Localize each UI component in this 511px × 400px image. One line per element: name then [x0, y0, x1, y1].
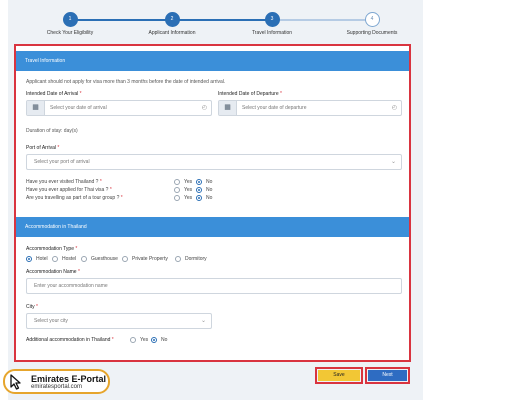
- departure-date-input[interactable]: ▦ Select your date of departure ◴: [218, 100, 402, 116]
- radio-dot: [52, 256, 58, 262]
- city-label: City *: [26, 304, 38, 310]
- additional-no-radio[interactable]: No: [151, 337, 167, 343]
- accommodation-name-input[interactable]: Enter your accommodation name: [26, 278, 402, 294]
- clock-icon: ◴: [391, 105, 397, 111]
- type-private-property-radio[interactable]: Private Property: [122, 256, 168, 262]
- cursor-icon: [10, 374, 21, 390]
- radio-dot-selected: [26, 256, 32, 262]
- additional-yes-radio[interactable]: Yes: [130, 337, 148, 343]
- step-number: 2: [164, 12, 180, 27]
- type-dormitory-radio[interactable]: Dormitory: [175, 256, 207, 262]
- additional-accommodation-label: Additional accommodation in Thailand *: [26, 337, 114, 343]
- city-placeholder: Select your city: [34, 318, 68, 324]
- radio-dot: [81, 256, 87, 262]
- accommodation-name-label: Accommodation Name *: [26, 269, 80, 275]
- calendar-icon: ▦: [27, 101, 45, 115]
- visited-yes-radio[interactable]: Yes: [174, 179, 192, 185]
- next-button-frame: Next: [365, 367, 410, 384]
- radio-dot: [174, 179, 180, 185]
- accommodation-name-placeholder: Enter your accommodation name: [34, 283, 108, 289]
- arrival-date-placeholder: Select your date of arrival: [50, 105, 107, 111]
- question-applied-thai-visa: Have you ever applied for Thai visa ? *: [26, 187, 112, 193]
- step-number: 3: [264, 12, 280, 27]
- departure-date-label: Intended Date of Departure *: [218, 91, 282, 97]
- travel-section-header: Travel Information: [16, 51, 409, 71]
- step-label: Applicant Information: [148, 30, 196, 36]
- arrival-date-label: Intended Date of Arrival *: [26, 91, 82, 97]
- step-number: 4: [364, 12, 380, 27]
- accommodation-type-label: Accommodation Type *: [26, 246, 78, 252]
- radio-dot-selected: [196, 187, 202, 193]
- step-label: Supporting Documents: [346, 30, 398, 36]
- chevron-down-icon: ⌄: [390, 159, 396, 165]
- step-supporting-documents[interactable]: 4 Supporting Documents: [322, 12, 422, 36]
- visa-form: Travel Information Applicant should not …: [14, 44, 411, 362]
- visited-no-radio[interactable]: No: [196, 179, 212, 185]
- emirates-eportal-watermark: Emirates E-Portal emiratesportal.com: [3, 369, 110, 394]
- port-of-arrival-label: Port of Arrival *: [26, 145, 60, 151]
- calendar-icon: ▦: [219, 101, 237, 115]
- watermark-url: emiratesportal.com: [31, 384, 83, 390]
- tour-yes-radio[interactable]: Yes: [174, 195, 192, 201]
- step-applicant-information[interactable]: 2 Applicant Information: [122, 12, 222, 36]
- applied-yes-radio[interactable]: Yes: [174, 187, 192, 193]
- visa-note: Applicant should not apply for visa more…: [26, 79, 226, 85]
- arrival-date-input[interactable]: ▦ Select your date of arrival ◴: [26, 100, 212, 116]
- watermark-title: Emirates E-Portal: [31, 374, 107, 384]
- step-label: Travel Information: [251, 30, 293, 36]
- radio-dot-selected: [196, 179, 202, 185]
- radio-dot: [122, 256, 128, 262]
- port-of-arrival-select[interactable]: Select your port of arrival ⌄: [26, 154, 402, 170]
- duration-of-stay: Duration of stay: day(s): [26, 128, 78, 134]
- type-hostel-radio[interactable]: Hostel: [52, 256, 76, 262]
- clock-icon: ◴: [201, 105, 207, 111]
- radio-dot: [174, 195, 180, 201]
- chevron-down-icon: ⌄: [200, 318, 206, 324]
- type-hotel-radio[interactable]: Hotel: [26, 256, 48, 262]
- radio-dot: [130, 337, 136, 343]
- step-number: 1: [62, 12, 78, 27]
- tour-no-radio[interactable]: No: [196, 195, 212, 201]
- step-travel-information[interactable]: 3 Travel Information: [222, 12, 322, 36]
- step-eligibility[interactable]: 1 Check Your Eligibility: [20, 12, 120, 36]
- radio-dot-selected: [196, 195, 202, 201]
- type-guesthouse-radio[interactable]: Guesthouse: [81, 256, 118, 262]
- question-visited-thailand: Have you ever visited Thailand ? *: [26, 179, 102, 185]
- applied-no-radio[interactable]: No: [196, 187, 212, 193]
- save-button-frame: Save: [315, 367, 363, 384]
- progress-stepper: 1 Check Your Eligibility 2 Applicant Inf…: [8, 0, 423, 44]
- city-select[interactable]: Select your city ⌄: [26, 313, 212, 329]
- save-button[interactable]: Save: [318, 370, 360, 381]
- accommodation-section-header: Accommodation in Thailand: [16, 217, 409, 237]
- radio-dot: [175, 256, 181, 262]
- radio-dot: [174, 187, 180, 193]
- port-placeholder: Select your port of arrival: [34, 159, 90, 165]
- question-tour-group: Are you travelling as part of a tour gro…: [26, 195, 123, 201]
- step-label: Check Your Eligibility: [46, 30, 94, 36]
- next-button[interactable]: Next: [368, 370, 407, 381]
- departure-date-placeholder: Select your date of departure: [242, 105, 307, 111]
- radio-dot-selected: [151, 337, 157, 343]
